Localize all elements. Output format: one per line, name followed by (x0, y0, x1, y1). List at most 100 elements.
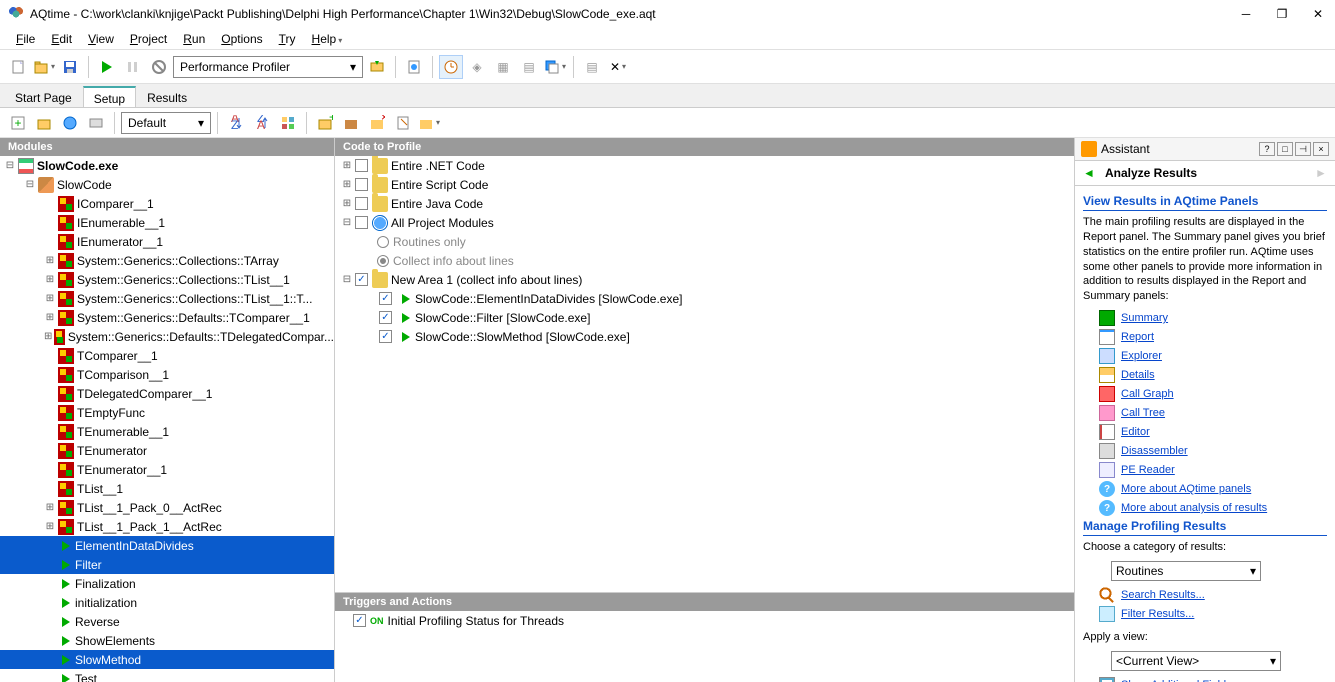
class-node[interactable]: ⊞System::Generics::Defaults::TDelegatedC… (0, 327, 334, 346)
restore-button[interactable]: □ (1277, 142, 1293, 156)
menu-project[interactable]: Project (122, 28, 175, 49)
sort-az-button[interactable]: AZ (224, 111, 248, 135)
code-item-node[interactable]: ✓SlowCode::SlowMethod [SlowCode.exe] (335, 327, 1074, 346)
namespace-node[interactable]: SlowCode (57, 178, 112, 192)
radio-lines[interactable] (377, 255, 389, 267)
open-button[interactable]: ▾ (32, 55, 56, 79)
dropdown-button[interactable]: ▾ (417, 111, 441, 135)
add-folder-button[interactable] (32, 111, 56, 135)
save-button[interactable] (58, 55, 82, 79)
run-button[interactable] (95, 55, 119, 79)
area-node[interactable]: New Area 1 (collect info about lines) (391, 273, 582, 287)
expand-icon[interactable]: ⊞ (44, 255, 56, 267)
forward-button[interactable]: ► (1313, 165, 1329, 181)
expand-icon[interactable]: ⊞ (341, 179, 353, 191)
class-node[interactable]: TEnumerator__1 (0, 460, 334, 479)
area-checkbox[interactable]: ✓ (355, 273, 368, 286)
class-node[interactable]: ⊞TList__1_Pack_1__ActRec (0, 517, 334, 536)
minimize-button[interactable]: ─ (1237, 5, 1255, 23)
radio-routines[interactable] (377, 236, 389, 248)
class-node[interactable]: TEmptyFunc (0, 403, 334, 422)
new-button[interactable] (6, 55, 30, 79)
tool-btn-1[interactable] (402, 55, 426, 79)
class-node[interactable]: IComparer__1 (0, 194, 334, 213)
help-button[interactable]: ? (1259, 142, 1275, 156)
code-group-node[interactable]: ⊟All Project Modules (335, 213, 1074, 232)
item-checkbox[interactable]: ✓ (379, 311, 392, 324)
menu-file[interactable]: File (8, 28, 43, 49)
group-checkbox[interactable] (355, 178, 368, 191)
copy-button[interactable]: ▾ (543, 55, 567, 79)
default-select[interactable]: Default▾ (121, 112, 211, 134)
link-filter-results[interactable]: Filter Results... (1121, 608, 1194, 620)
tab-results[interactable]: Results (136, 86, 198, 107)
expand-icon[interactable]: ⊟ (341, 217, 353, 229)
class-node[interactable]: TEnumerator (0, 441, 334, 460)
close-panel-button[interactable]: × (1313, 142, 1329, 156)
clock-button[interactable] (439, 55, 463, 79)
code-item-node[interactable]: ✓SlowCode::ElementInDataDivides [SlowCod… (335, 289, 1074, 308)
pin-button[interactable]: ⊣ (1295, 142, 1311, 156)
panel-link[interactable]: PE Reader (1121, 464, 1175, 476)
class-node[interactable]: TList__1 (0, 479, 334, 498)
profiler-select[interactable]: Performance Profiler▾ (173, 56, 363, 78)
tool-btn-3[interactable]: ▦ (491, 55, 515, 79)
class-node[interactable]: ⊞TList__1_Pack_0__ActRec (0, 498, 334, 517)
category-select[interactable]: Routines▾ (1111, 561, 1261, 581)
class-node[interactable]: IEnumerator__1 (0, 232, 334, 251)
panel-link[interactable]: Summary (1121, 312, 1168, 324)
link-more-analysis[interactable]: More about analysis of results (1121, 502, 1267, 514)
class-node[interactable]: TEnumerable__1 (0, 422, 334, 441)
trigger-checkbox[interactable]: ✓ (353, 614, 366, 627)
method-node[interactable]: SlowMethod (0, 650, 334, 669)
class-node[interactable]: TComparer__1 (0, 346, 334, 365)
menu-run[interactable]: Run (175, 28, 213, 49)
code-item-node[interactable]: ✓SlowCode::Filter [SlowCode.exe] (335, 308, 1074, 327)
remove-button[interactable]: × (365, 111, 389, 135)
method-node[interactable]: initialization (0, 593, 334, 612)
item-checkbox[interactable]: ✓ (379, 292, 392, 305)
panel-link[interactable]: Explorer (1121, 350, 1162, 362)
expand-icon[interactable]: ⊞ (44, 312, 56, 324)
method-node[interactable]: ElementInDataDivides (0, 536, 334, 555)
back-button[interactable]: ◄ (1081, 165, 1097, 181)
view-select[interactable]: <Current View>▾ (1111, 651, 1281, 671)
expand-icon[interactable]: ⊞ (44, 521, 56, 533)
menu-help[interactable]: Help▾ (304, 28, 351, 49)
add-area-button[interactable]: + (313, 111, 337, 135)
code-to-profile-tree[interactable]: ⊞Entire .NET Code⊞Entire Script Code⊞Ent… (335, 156, 1074, 592)
class-node[interactable]: TDelegatedComparer__1 (0, 384, 334, 403)
class-node[interactable]: TComparison__1 (0, 365, 334, 384)
group-checkbox[interactable] (355, 159, 368, 172)
class-node[interactable]: ⊞System::Generics::Collections::TList__1 (0, 270, 334, 289)
class-node[interactable]: IEnumerable__1 (0, 213, 334, 232)
code-group-node[interactable]: ⊞Entire Java Code (335, 194, 1074, 213)
method-node[interactable]: Test (0, 669, 334, 682)
code-group-node[interactable]: ⊞Entire .NET Code (335, 156, 1074, 175)
collapse-icon[interactable]: ⊟ (24, 179, 36, 191)
panel-link[interactable]: Call Graph (1121, 388, 1174, 400)
menu-try[interactable]: Try (271, 28, 304, 49)
close-button[interactable]: ✕ (1309, 5, 1327, 23)
expand-icon[interactable]: ⊞ (341, 160, 353, 172)
expand-icon[interactable]: ⊞ (44, 274, 56, 286)
add-module-button[interactable]: + (6, 111, 30, 135)
group-checkbox[interactable] (355, 216, 368, 229)
panel-link[interactable]: Details (1121, 369, 1155, 381)
panel-link[interactable]: Call Tree (1121, 407, 1165, 419)
expand-icon[interactable]: ⊞ (44, 293, 56, 305)
method-node[interactable]: Filter (0, 555, 334, 574)
maximize-button[interactable]: ❐ (1273, 5, 1291, 23)
method-node[interactable]: Reverse (0, 612, 334, 631)
menu-options[interactable]: Options (213, 28, 270, 49)
panel-link[interactable]: Editor (1121, 426, 1150, 438)
link-search-results[interactable]: Search Results... (1121, 589, 1205, 601)
modules-tree[interactable]: ⊟SlowCode.exe ⊟SlowCode IComparer__1IEnu… (0, 156, 334, 682)
tool-btn-5[interactable]: ▤ (580, 55, 604, 79)
trigger-label[interactable]: Initial Profiling Status for Threads (388, 614, 565, 628)
attach-button[interactable] (365, 55, 389, 79)
method-node[interactable]: ShowElements (0, 631, 334, 650)
pause-button[interactable] (121, 55, 145, 79)
expand-icon[interactable]: ⊞ (44, 331, 52, 343)
add-item-button[interactable] (339, 111, 363, 135)
